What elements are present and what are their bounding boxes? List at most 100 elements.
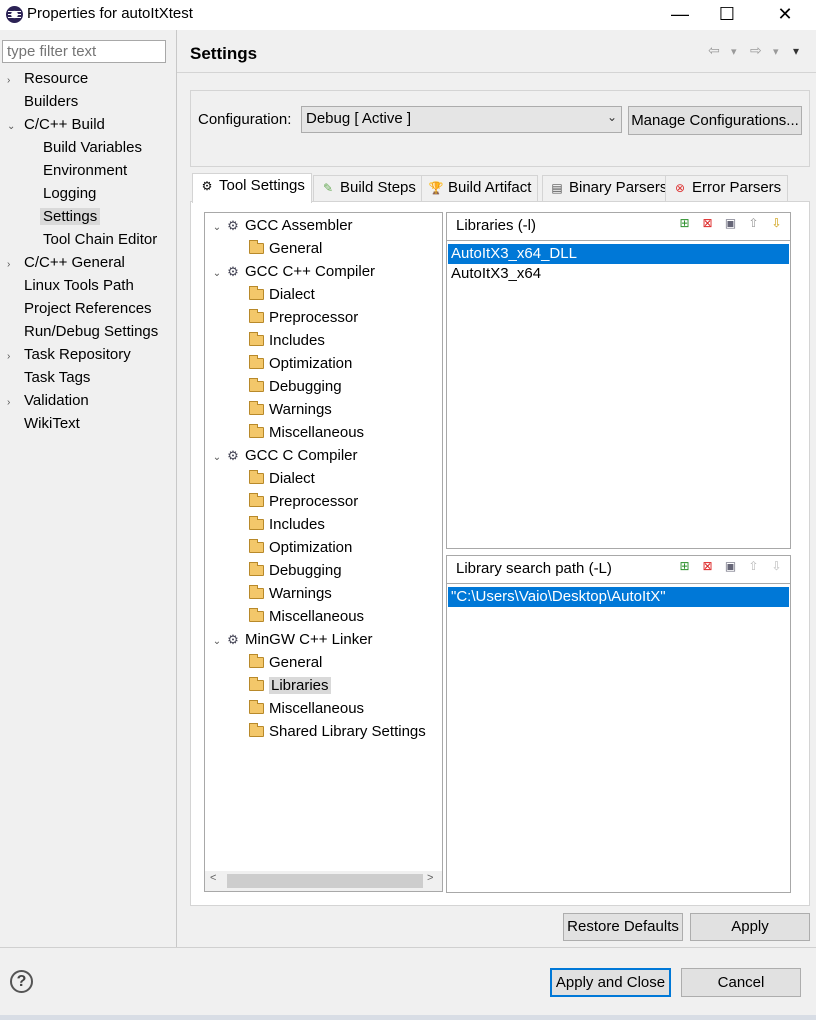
tree-tool-item[interactable]: ⌄ ⚙ MinGW C++ Linker	[209, 630, 373, 652]
help-icon[interactable]: ?	[10, 970, 33, 993]
nav-item[interactable]: Tool Chain Editor	[43, 230, 157, 250]
nav-item[interactable]: › Resource	[7, 69, 88, 91]
tree-category-item[interactable]: General	[249, 653, 322, 673]
apply-button[interactable]: Apply	[690, 913, 810, 941]
restore-defaults-button[interactable]: Restore Defaults	[563, 913, 683, 941]
tree-tool-item[interactable]: ⌄ ⚙ GCC Assembler	[209, 216, 353, 238]
chevron-down-icon[interactable]: ⌄	[209, 632, 225, 652]
manage-configurations-button[interactable]: Manage Configurations...	[628, 106, 802, 135]
chevron-right-icon[interactable]: ›	[7, 71, 17, 91]
chevron-down-icon[interactable]: ⌄	[209, 448, 225, 468]
binary-icon: ▤	[551, 181, 563, 195]
move-up-icon[interactable]: ⇧	[742, 559, 765, 573]
nav-item[interactable]: › Validation	[7, 391, 89, 413]
nav-item-label: Linux Tools Path	[24, 277, 134, 294]
tab-build-steps[interactable]: ✎ Build Steps	[313, 175, 423, 201]
delete-icon[interactable]: ⊠	[696, 216, 719, 230]
tree-category-item[interactable]: Includes	[249, 515, 325, 535]
tree-category-item[interactable]: Miscellaneous	[249, 699, 364, 719]
tab-binary-parsers[interactable]: ▤ Binary Parsers	[542, 175, 675, 201]
tree-category-item[interactable]: Warnings	[249, 400, 332, 420]
scroll-left-icon[interactable]: <	[210, 872, 216, 884]
tree-item-label: Includes	[269, 332, 325, 349]
window-title: Properties for autoItXtest	[27, 5, 193, 22]
add-icon[interactable]: ⊞	[673, 216, 696, 230]
tree-category-item[interactable]: Preprocessor	[249, 308, 358, 328]
nav-item[interactable]: › Task Repository	[7, 345, 131, 367]
tree-category-item[interactable]: Preprocessor	[249, 492, 358, 512]
tree-category-item[interactable]: Optimization	[249, 538, 352, 558]
tree-category-item[interactable]: Libraries	[249, 676, 331, 696]
tree-tool-item[interactable]: ⌄ ⚙ GCC C Compiler	[209, 446, 358, 468]
tree-category-item[interactable]: Includes	[249, 331, 325, 351]
tab-tool-settings[interactable]: ⚙ Tool Settings	[192, 173, 312, 203]
forward-icon[interactable]: ⇨	[750, 42, 762, 59]
nav-item[interactable]: Task Tags	[7, 368, 90, 388]
cancel-button[interactable]: Cancel	[681, 968, 801, 997]
forward-menu-icon[interactable]: ▾	[773, 45, 779, 58]
nav-item[interactable]: Run/Debug Settings	[7, 322, 158, 342]
tree-category-item[interactable]: Dialect	[249, 469, 315, 489]
filter-input[interactable]	[2, 40, 166, 63]
nav-item-label: Validation	[24, 392, 89, 409]
chevron-right-icon[interactable]: ›	[7, 255, 17, 275]
scrollbar-thumb[interactable]	[227, 874, 423, 888]
add-icon[interactable]: ⊞	[673, 559, 696, 573]
back-icon[interactable]: ⇦	[708, 42, 720, 59]
tree-tool-item[interactable]: ⌄ ⚙ GCC C++ Compiler	[209, 262, 375, 284]
tree-category-item[interactable]: General	[249, 239, 322, 259]
chevron-right-icon[interactable]: ›	[7, 393, 17, 413]
list-item[interactable]: AutoItX3_x64_DLL	[448, 244, 789, 264]
tree-category-item[interactable]: Warnings	[249, 584, 332, 604]
tree-item-label: Miscellaneous	[269, 424, 365, 441]
minimize-button[interactable]: —	[657, 0, 703, 30]
chevron-down-icon[interactable]: ⌄	[7, 117, 17, 137]
edit-icon[interactable]: ▣	[719, 216, 742, 230]
delete-icon[interactable]: ⊠	[696, 559, 719, 573]
maximize-button[interactable]: ☐	[704, 0, 750, 30]
move-down-icon[interactable]: ⇩	[765, 559, 788, 573]
tool-gear-icon: ⚙	[227, 448, 239, 463]
nav-item[interactable]: WikiText	[7, 414, 80, 434]
chevron-right-icon[interactable]: ›	[7, 347, 17, 367]
nav-item[interactable]: Builders	[7, 92, 78, 112]
edit-icon[interactable]: ▣	[719, 559, 742, 573]
nav-item-label: Tool Chain Editor	[43, 231, 158, 248]
nav-item[interactable]: Logging	[43, 184, 96, 204]
scroll-right-icon[interactable]: >	[427, 872, 433, 884]
configuration-select[interactable]: Debug [ Active ] ⌄	[301, 106, 622, 133]
chevron-down-icon[interactable]: ⌄	[209, 264, 225, 284]
tree-category-item[interactable]: Dialect	[249, 285, 315, 305]
nav-item[interactable]: Settings	[40, 207, 101, 227]
tree-item-label: Libraries	[269, 677, 331, 694]
nav-item[interactable]: Linux Tools Path	[7, 276, 134, 296]
tree-category-item[interactable]: Debugging	[249, 377, 342, 397]
back-menu-icon[interactable]: ▾	[731, 45, 737, 58]
chevron-down-icon[interactable]: ⌄	[209, 218, 225, 238]
nav-item[interactable]: › C/C++ General	[7, 253, 125, 275]
tab-error-parsers[interactable]: ⊗ Error Parsers	[665, 175, 789, 201]
tree-category-item[interactable]: Optimization	[249, 354, 352, 374]
horizontal-scrollbar[interactable]: < >	[205, 871, 442, 891]
move-down-icon[interactable]: ⇩	[765, 216, 788, 230]
view-menu-icon[interactable]: ▾	[793, 44, 799, 58]
nav-item[interactable]: Project References	[7, 299, 152, 319]
list-item[interactable]: AutoItX3_x64	[448, 264, 789, 284]
move-up-icon[interactable]: ⇧	[742, 216, 765, 230]
eclipse-app-icon	[6, 6, 23, 23]
nav-item-label: Builders	[24, 93, 79, 110]
nav-item-label: Build Variables	[43, 139, 142, 156]
list-item[interactable]: "C:\Users\Vaio\Desktop\AutoItX"	[448, 587, 789, 607]
tree-item-label: MinGW C++ Linker	[245, 631, 373, 648]
tab-build-artifact[interactable]: 🏆 Build Artifact	[421, 175, 539, 201]
nav-item[interactable]: ⌄ C/C++ Build	[7, 115, 105, 137]
apply-and-close-button[interactable]: Apply and Close	[550, 968, 671, 997]
tree-category-item[interactable]: Debugging	[249, 561, 342, 581]
nav-item[interactable]: Build Variables	[43, 138, 142, 158]
tree-category-item[interactable]: Miscellaneous	[249, 607, 364, 627]
tree-item-label: General	[269, 240, 323, 257]
tree-category-item[interactable]: Miscellaneous	[249, 423, 364, 443]
close-button[interactable]: ✕	[762, 0, 808, 30]
tree-category-item[interactable]: Shared Library Settings	[249, 722, 426, 742]
nav-item[interactable]: Environment	[43, 161, 127, 181]
